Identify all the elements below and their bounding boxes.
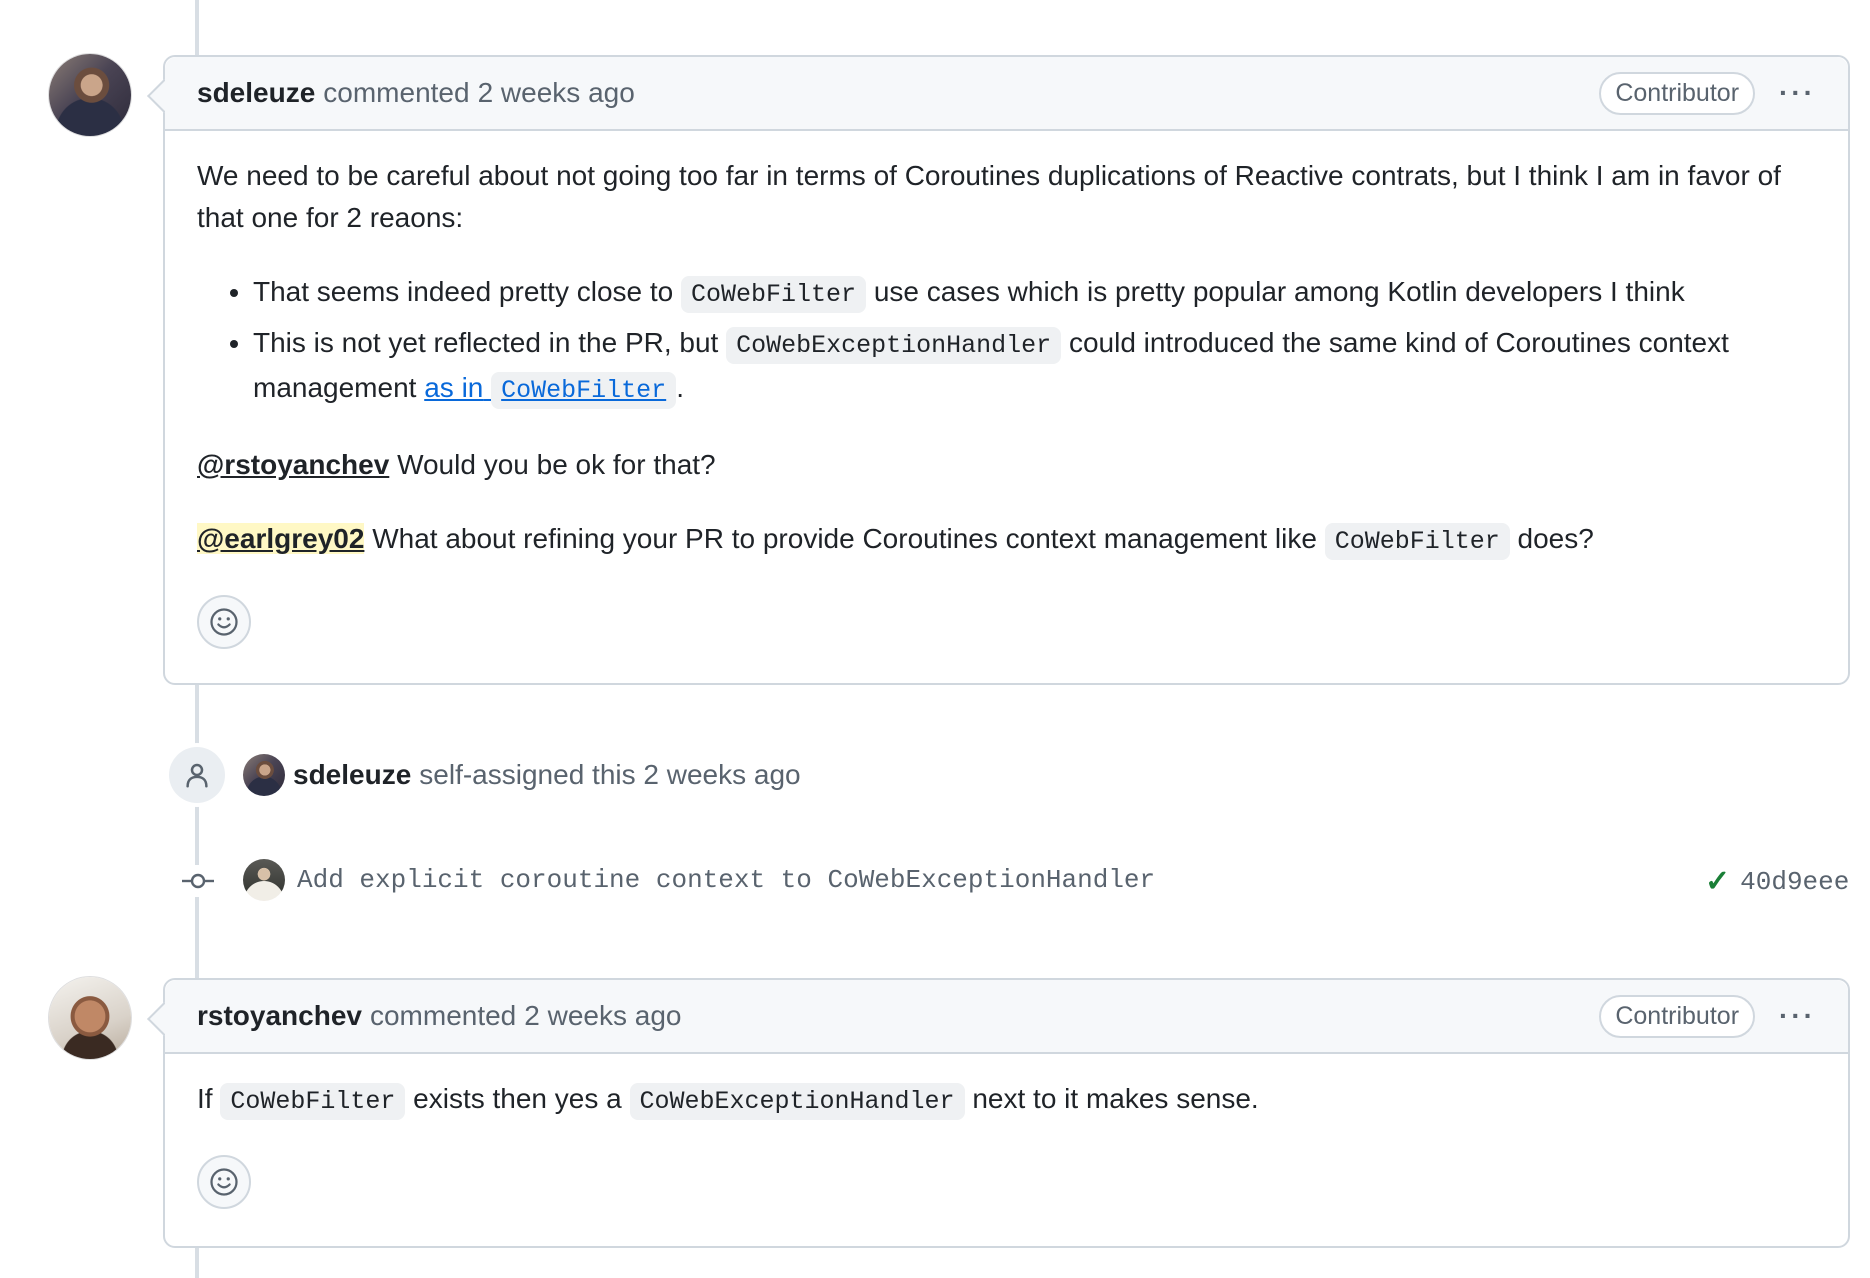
comment-time[interactable]: 2 weeks ago (524, 1000, 681, 1032)
add-reaction-button[interactable] (197, 595, 251, 649)
mention-earlgrey02[interactable]: @earlgrey02 (197, 523, 365, 554)
event-text: self-assigned this 2 weeks ago (419, 759, 801, 790)
commit-node (182, 865, 214, 897)
check-icon[interactable]: ✓ (1705, 864, 1730, 899)
comment-paragraph: If CoWebFilter exists then yes a CoWebEx… (197, 1078, 1816, 1123)
avatar-earlgrey02[interactable] (243, 859, 285, 901)
list-text: . (676, 372, 684, 403)
comment-header: rstoyanchev commented 2 weeks ago Contri… (165, 980, 1848, 1054)
commit-status: ✓ 40d9eee (1705, 864, 1849, 899)
add-reaction-button[interactable] (197, 1155, 251, 1209)
avatar-rstoyanchev[interactable] (49, 977, 131, 1059)
avatar-sdeleuze[interactable] (49, 54, 131, 136)
avatar-sdeleuze[interactable] (243, 754, 285, 796)
paragraph-text: Would you be ok for that? (397, 449, 716, 480)
comment-author[interactable]: rstoyanchev (197, 1000, 362, 1032)
contributor-badge: Contributor (1599, 994, 1756, 1038)
inline-code: CoWebExceptionHandler (726, 327, 1062, 364)
paragraph-text: What about refining your PR to provide C… (372, 523, 1317, 554)
paragraph-text: next to it makes sense. (972, 1083, 1259, 1114)
list-item: This is not yet reflected in the PR, but… (253, 322, 1816, 412)
event-badge (169, 747, 225, 803)
list-text: use cases which is pretty popular among … (873, 276, 1685, 307)
commit-sha[interactable]: 40d9eee (1740, 867, 1849, 897)
comment-body: If CoWebFilter exists then yes a CoWebEx… (165, 1054, 1848, 1237)
git-commit-icon (182, 873, 214, 889)
comment-paragraph: @rstoyanchev Would you be ok for that? (197, 444, 1816, 486)
assign-event: sdeleuze self-assigned this 2 weeks ago (243, 754, 801, 796)
contributor-badge: Contributor (1599, 71, 1756, 115)
kebab-icon[interactable]: ··· (1779, 1000, 1816, 1032)
inline-code: CoWebFilter (220, 1083, 406, 1120)
comment-list: That seems indeed pretty close to CoWebF… (197, 271, 1816, 412)
comment-action: commented (369, 1000, 517, 1031)
paragraph-text: If (197, 1083, 213, 1114)
smiley-icon (210, 608, 238, 636)
comment-paragraph: We need to be careful about not going to… (197, 160, 1781, 233)
kebab-icon[interactable]: ··· (1779, 77, 1816, 109)
comment-time[interactable]: 2 weeks ago (478, 77, 635, 109)
comment-action: commented (323, 77, 470, 108)
comment-rstoyanchev: rstoyanchev commented 2 weeks ago Contri… (147, 978, 1850, 1248)
list-text: That seems indeed pretty close to (253, 276, 674, 307)
inline-code: CoWebFilter (1324, 523, 1510, 560)
event-author[interactable]: sdeleuze (293, 759, 411, 791)
comment-sdeleuze: sdeleuze commented 2 weeks ago Contribut… (147, 55, 1850, 685)
list-text: This is not yet reflected in the PR, but (253, 327, 719, 358)
person-icon (186, 763, 208, 788)
mention-rstoyanchev[interactable]: @rstoyanchev (197, 449, 389, 480)
commit-message[interactable]: Add explicit coroutine context to CoWebE… (297, 865, 1155, 895)
commit-event: Add explicit coroutine context to CoWebE… (243, 859, 1155, 901)
inline-code: CoWebFilter (681, 276, 867, 313)
comment-header: sdeleuze commented 2 weeks ago Contribut… (165, 57, 1848, 131)
list-item: That seems indeed pretty close to CoWebF… (253, 271, 1816, 316)
as-in-cowebfilter-link[interactable]: as in CoWebFilter (424, 372, 677, 409)
inline-code: CoWebExceptionHandler (629, 1083, 965, 1120)
smiley-icon (210, 1168, 238, 1196)
paragraph-text: exists then yes a (413, 1083, 622, 1114)
paragraph-text: does? (1517, 523, 1594, 554)
comment-paragraph: @earlgrey02 What about refining your PR … (197, 518, 1816, 563)
comment-author[interactable]: sdeleuze (197, 77, 315, 109)
comment-body: We need to be careful about not going to… (165, 131, 1848, 677)
